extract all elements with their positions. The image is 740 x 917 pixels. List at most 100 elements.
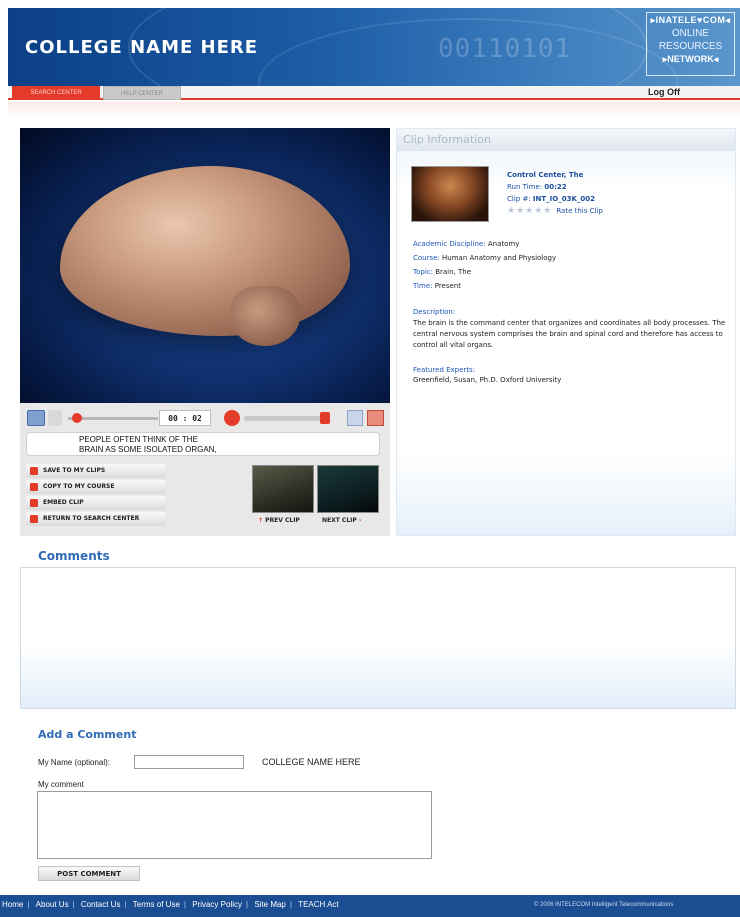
footer-separator: | [27,900,30,909]
rate-this-clip-link[interactable]: Rate this Clip [556,207,603,215]
volume-handle[interactable] [320,412,330,424]
description: Description: The brain is the command ce… [413,307,731,351]
closed-caption-button[interactable] [367,410,384,426]
academic-discipline-row: Academic Discipline: Anatomy [413,239,731,249]
rating-row: ★★★★★ Rate this Clip [507,205,603,217]
prev-clip-button[interactable]: ↑ PREV CLIP [258,517,300,524]
comments-list [20,567,736,709]
name-field[interactable] [134,755,244,769]
caption-line-2: BRAIN AS SOME ISOLATED ORGAN, [79,445,217,454]
clip-number-value: INT_IO_03K_002 [532,195,595,203]
online-resources-network-logo[interactable]: ▸INATELE♥COM◂ ONLINE RESOURCES ▸NETWORK◂ [646,12,735,76]
footer-links: Home | About Us | Contact Us | Terms of Use… [0,895,341,915]
featured-experts-value: Greenfield, Susan, Ph.D. Oxford Universi… [413,376,562,384]
logo-bottom-text: ▸NETWORK◂ [662,54,719,64]
progress-handle[interactable] [72,413,82,423]
academic-discipline-label: Academic Discipline: [413,240,486,248]
footer-link-home[interactable]: Home [0,900,25,909]
footer-link-about[interactable]: About Us [34,900,71,909]
next-clip-thumbnail[interactable] [317,465,379,513]
rating-stars-icon[interactable]: ★★★★★ [507,206,552,216]
name-college-text: COLLEGE NAME HERE [262,757,361,767]
description-label: Description: [413,308,456,316]
return-icon [30,515,38,523]
tab-search-center[interactable]: SEARCH CENTER [12,86,100,100]
add-comment-heading: Add a Comment [38,728,137,741]
clip-title[interactable]: Control Center, The [507,169,603,181]
run-time-label: Run Time: [507,183,543,191]
prev-clip-thumbnail[interactable] [252,465,314,513]
course-label: Course: [413,254,440,262]
embed-icon [30,499,38,507]
topic-value: Brain, The [435,268,472,276]
clip-number-row: Clip #: INT_IO_03K_002 [507,193,603,205]
play-pause-button[interactable] [27,410,45,426]
footer-link-sitemap[interactable]: Site Map [252,900,288,909]
topic-label: Topic: [413,268,433,276]
next-clip-label: NEXT CLIP [322,517,357,524]
footer-separator: | [124,900,127,909]
time-display: 00 : 02 [159,410,211,426]
action-label: COPY TO MY COURSE [43,483,115,490]
clip-info-heading: Clip Information [397,129,735,151]
clip-meta: Control Center, The Run Time: 00:22 Clip… [507,169,603,217]
topic-row: Topic: Brain, The [413,267,731,277]
volume-slider[interactable] [244,416,324,421]
footer-link-terms[interactable]: Terms of Use [131,900,182,909]
run-time-row: Run Time: 00:22 [507,181,603,193]
arrow-icon: › [356,517,362,524]
time-row: Time: Present [413,281,731,291]
time-label: Time: [413,282,433,290]
rewind-button[interactable] [48,410,62,426]
footer-link-teach-act[interactable]: TEACH Act [296,900,340,909]
player-controls: 00 : 02 [24,410,386,428]
course-value: Human Anatomy and Physiology [442,254,557,262]
clip-actions: SAVE TO MY CLIPS COPY TO MY COURSE EMBED… [26,464,166,528]
embed-clip-button[interactable]: EMBED CLIP [26,496,166,510]
site-header: 00110101 COLLEGE NAME HERE ▸INATELE♥COM◂… [8,8,740,86]
comments-heading: Comments [38,549,110,563]
binary-decoration: 00110101 [438,34,572,64]
clip-information-panel: Clip Information Control Center, The Run… [396,128,736,536]
footer-separator: | [246,900,249,909]
fullscreen-button[interactable] [347,410,363,426]
name-field-label: My Name (optional): [38,758,111,767]
time-value: Present [434,282,461,290]
copy-to-my-course-button[interactable]: COPY TO MY COURSE [26,480,166,494]
log-off-link[interactable]: Log Off [648,87,680,97]
action-label: RETURN TO SEARCH CENTER [43,515,140,522]
comment-textarea[interactable] [37,791,432,859]
footer-copyright: © 2006 INTELECOM Intelligent Telecommuni… [534,902,674,908]
comment-field-label: My comment [38,780,84,789]
run-time-value: 00:22 [544,183,567,191]
save-icon [30,467,38,475]
copy-icon [30,483,38,491]
featured-experts: Featured Experts: Greenfield, Susan, Ph.… [413,365,731,385]
course-row: Course: Human Anatomy and Physiology [413,253,731,263]
tab-help-center[interactable]: HELP CENTER [103,86,181,100]
volume-icon[interactable] [224,410,240,426]
featured-experts-label: Featured Experts: [413,366,476,374]
return-to-search-center-button[interactable]: RETURN TO SEARCH CENTER [26,512,166,526]
save-to-my-clips-button[interactable]: SAVE TO MY CLIPS [26,464,166,478]
next-clip-button[interactable]: NEXT CLIP › [322,517,361,524]
logo-line1: ONLINE [671,28,710,39]
academic-discipline-value: Anatomy [487,240,520,248]
brain-video-image [60,166,350,346]
action-label: SAVE TO MY CLIPS [43,467,106,474]
college-name: COLLEGE NAME HERE [25,37,259,58]
footer-separator: | [183,900,186,909]
clip-thumbnail [411,166,489,222]
video-frame[interactable] [20,128,390,403]
site-footer: Home | About Us | Contact Us | Terms of Use… [0,895,740,917]
footer-link-privacy[interactable]: Privacy Policy [190,900,244,909]
action-label: EMBED CLIP [43,499,84,506]
prev-clip-label: PREV CLIP [265,517,300,524]
footer-link-contact[interactable]: Contact Us [79,900,123,909]
video-player: 00 : 02 PEOPLE OFTEN THINK OF THE BRAIN … [20,128,390,536]
top-nav: SEARCH CENTER HELP CENTER Log Off [8,86,740,100]
clip-number-label: Clip #: [507,195,531,203]
post-comment-button[interactable]: POST COMMENT [38,866,140,881]
caption-line-1: PEOPLE OFTEN THINK OF THE [79,435,198,444]
footer-separator: | [289,900,292,909]
